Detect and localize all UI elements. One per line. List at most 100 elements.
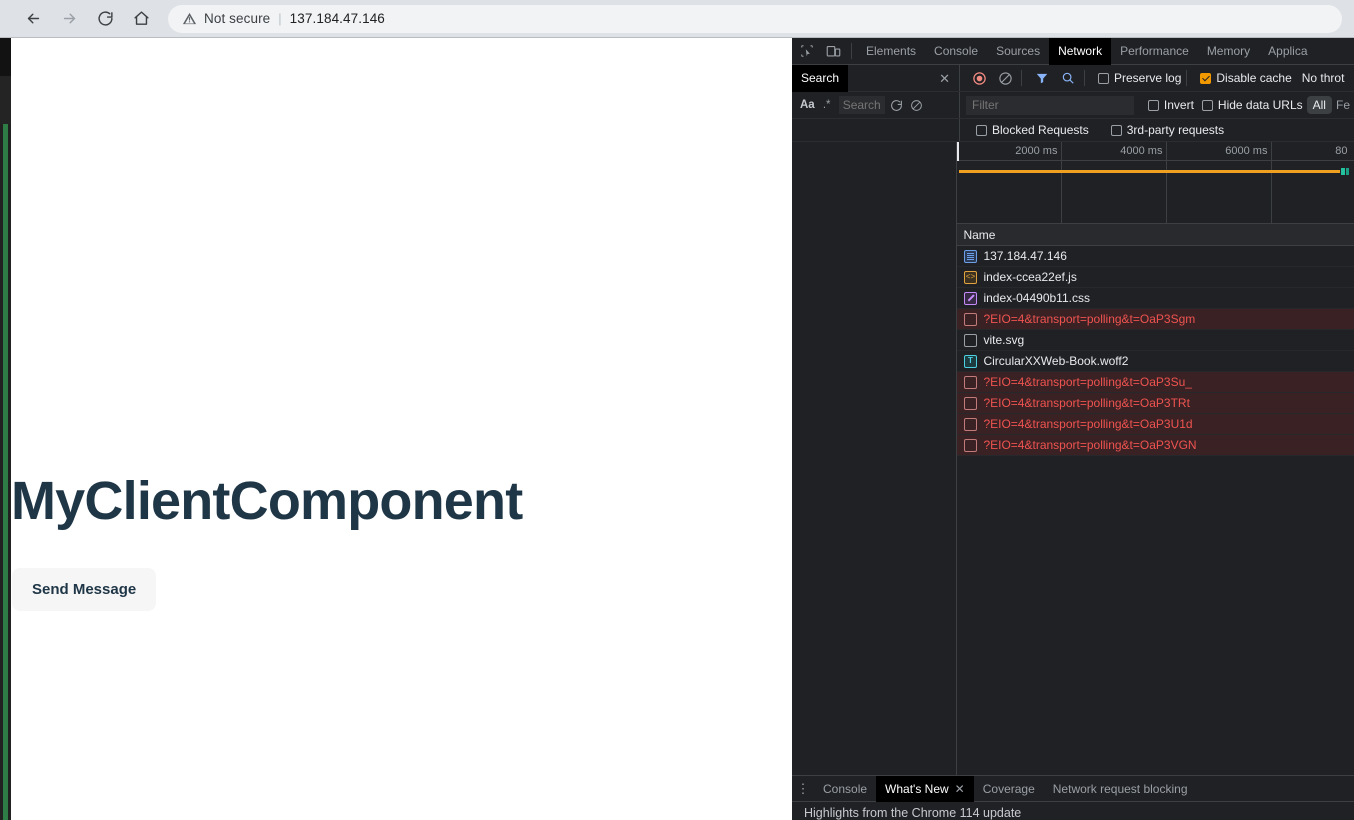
throttling-dropdown[interactable]: No throt [1302, 71, 1345, 85]
devtools-drawer: ⋮ Console What's New ✕ Coverage Network … [792, 775, 1354, 820]
background-window-strip [0, 38, 11, 820]
request-name: vite.svg [983, 333, 1025, 347]
network-table-header: Name [957, 224, 1354, 246]
overview-tick: 6000 ms [1167, 142, 1273, 161]
generic-file-icon [963, 417, 977, 431]
search-panel-title: Search [792, 64, 849, 92]
table-row[interactable]: 137.184.47.146 [957, 246, 1354, 267]
not-secure-warning-icon [182, 11, 197, 26]
devtools-row-filter: Aa .* Invert Hide data URLs [792, 92, 1354, 119]
inspect-element-icon[interactable] [794, 38, 820, 64]
request-name: ?EIO=4&transport=polling&t=OaP3VGN [983, 438, 1197, 452]
filter-icon[interactable] [1031, 67, 1053, 89]
table-row[interactable]: ?EIO=4&transport=polling&t=OaP3VGN [957, 435, 1354, 456]
record-icon[interactable] [968, 67, 990, 89]
reload-icon[interactable] [90, 4, 120, 34]
tab-elements[interactable]: Elements [857, 38, 925, 65]
devtools-row-filter2: Blocked Requests 3rd-party requests [792, 119, 1354, 142]
disable-cache-checkbox[interactable]: Disable cache [1200, 71, 1292, 85]
table-row[interactable]: T CircularXXWeb-Book.woff2 [957, 351, 1354, 372]
tab-network[interactable]: Network [1049, 38, 1112, 65]
checkbox-box [976, 124, 987, 136]
filter-type-fetch-xhr[interactable]: Fe [1336, 98, 1350, 112]
address-bar-divider: | [278, 11, 282, 26]
tab-performance[interactable]: Performance [1111, 38, 1198, 65]
request-name: CircularXXWeb-Book.woff2 [983, 354, 1129, 368]
network-filter-bar: Invert Hide data URLs All Fe [960, 92, 1354, 118]
match-case-icon[interactable]: Aa [800, 99, 815, 111]
search-icon[interactable] [1057, 67, 1079, 89]
checkbox-box [1201, 99, 1213, 111]
drawer-tab-coverage[interactable]: Coverage [974, 776, 1044, 802]
request-name: ?EIO=4&transport=polling&t=OaP3Su_ [983, 375, 1192, 389]
document-icon [963, 249, 977, 263]
network-overview-timeline[interactable]: 2000 ms 4000 ms 6000 ms 80 [957, 142, 1354, 224]
table-row[interactable]: ?EIO=4&transport=polling&t=OaP3Sgm [957, 309, 1354, 330]
send-message-button[interactable]: Send Message [12, 568, 157, 611]
invert-checkbox[interactable]: Invert [1147, 98, 1194, 112]
drawer-tab-network-request-blocking[interactable]: Network request blocking [1044, 776, 1197, 802]
address-bar[interactable]: Not secure | 137.184.47.146 [168, 4, 1342, 33]
devtools-panel: Elements Console Sources Network Perform… [792, 38, 1354, 820]
stylesheet-icon [963, 291, 977, 305]
table-row[interactable]: ?EIO=4&transport=polling&t=OaP3TRt [957, 393, 1354, 414]
back-icon[interactable] [18, 4, 48, 34]
script-icon: <> [963, 270, 977, 284]
overview-end-marker-2 [1346, 168, 1350, 175]
request-name: ?EIO=4&transport=polling&t=OaP3Sgm [983, 312, 1196, 326]
web-page-content: MyClientComponent Send Message [11, 38, 792, 820]
network-toolbar: Preserve log Disable cache No throt [960, 65, 1354, 91]
drawer-tab-console[interactable]: Console [814, 776, 876, 802]
table-row[interactable]: vite.svg [957, 330, 1354, 351]
search-panel-header: Search ✕ [792, 64, 960, 92]
table-row[interactable]: <> index-ccea22ef.js [957, 267, 1354, 288]
toolbar-divider-3 [1186, 70, 1188, 86]
tab-sources[interactable]: Sources [987, 38, 1049, 65]
table-row[interactable]: index-04490b11.css [957, 288, 1354, 309]
preserve-log-checkbox[interactable]: Preserve log [1098, 71, 1181, 85]
blocked-requests-label: Blocked Requests [992, 123, 1089, 137]
clear-icon[interactable] [994, 67, 1016, 89]
home-icon[interactable] [126, 4, 156, 34]
close-icon[interactable]: ✕ [939, 72, 959, 85]
filter-input[interactable] [966, 95, 1134, 115]
column-header-name[interactable]: Name [957, 228, 995, 242]
checkbox-box [1098, 72, 1109, 84]
clear-search-icon[interactable] [909, 99, 925, 112]
tab-application[interactable]: Applica [1259, 38, 1316, 65]
blocked-requests-checkbox[interactable]: Blocked Requests [976, 123, 1089, 137]
search-tools: Aa .* [792, 92, 960, 118]
table-row[interactable]: ?EIO=4&transport=polling&t=OaP3Su_ [957, 372, 1354, 393]
overview-end-marker [1341, 168, 1346, 175]
overview-tick: 4000 ms [1062, 142, 1168, 161]
more-options-icon[interactable]: ⋮ [792, 781, 814, 797]
drawer-tab-whats-new[interactable]: What's New ✕ [876, 775, 974, 802]
tab-console[interactable]: Console [925, 38, 987, 65]
filter-type-all[interactable]: All [1306, 96, 1332, 114]
hide-data-urls-checkbox[interactable]: Hide data URLs [1201, 98, 1303, 112]
device-toolbar-icon[interactable] [820, 38, 846, 64]
drawer-tab-label: Network request blocking [1052, 781, 1188, 796]
close-icon[interactable]: ✕ [955, 782, 965, 796]
network-request-list: 137.184.47.146 <> index-ccea22ef.js inde… [957, 246, 1354, 778]
checkbox-box-checked [1200, 72, 1212, 84]
refresh-icon[interactable] [889, 99, 905, 112]
strip-segment-mid [0, 76, 11, 124]
request-name: index-04490b11.css [983, 291, 1090, 305]
forward-icon[interactable] [54, 4, 84, 34]
preserve-log-label: Preserve log [1114, 71, 1182, 85]
third-party-requests-label: 3rd-party requests [1126, 123, 1225, 137]
tabbar-divider [851, 43, 852, 59]
screenshot-root: Not secure | 137.184.47.146 MyClientComp… [0, 0, 1354, 820]
font-icon: T [963, 354, 977, 368]
third-party-requests-checkbox[interactable]: 3rd-party requests [1110, 123, 1225, 137]
toolbar-divider-2 [1084, 70, 1085, 86]
generic-file-icon [963, 375, 977, 389]
search-input[interactable] [838, 96, 885, 114]
table-row[interactable]: ?EIO=4&transport=polling&t=OaP3U1d [957, 414, 1354, 435]
generic-file-icon [963, 396, 977, 410]
regex-icon[interactable]: .* [819, 99, 835, 111]
devtools-tabbar: Elements Console Sources Network Perform… [792, 38, 1354, 65]
drawer-tabbar: ⋮ Console What's New ✕ Coverage Network … [792, 775, 1354, 802]
tab-memory[interactable]: Memory [1198, 38, 1259, 65]
